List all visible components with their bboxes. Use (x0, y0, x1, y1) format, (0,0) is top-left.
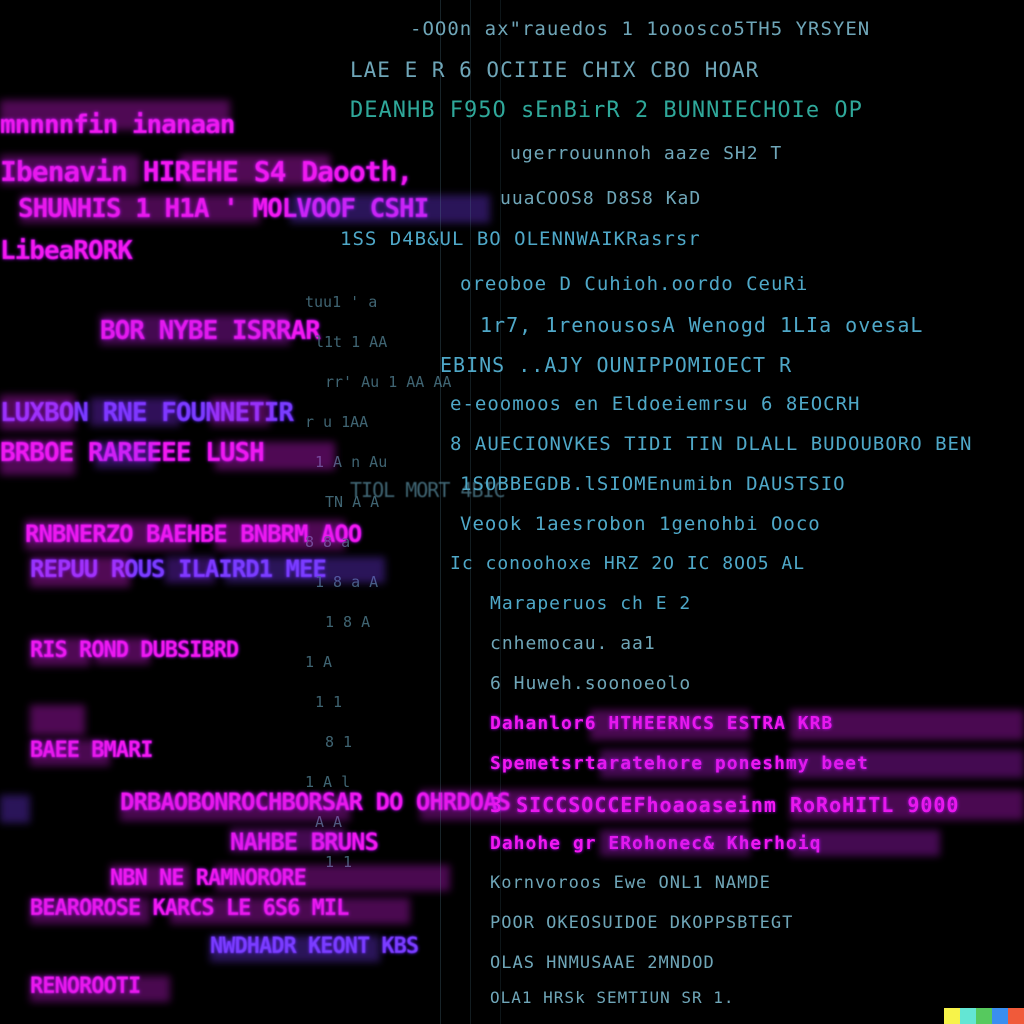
column-divider (500, 0, 501, 1024)
glitch-blob (30, 898, 150, 924)
glitch-blob (110, 865, 190, 891)
right-text-line: e-eoomoos en Eldoeiemrsu 6 8EOCRH (450, 393, 861, 415)
right-text-line: oreoboe D Cuhioh.oordo CeuRi (460, 273, 809, 295)
glitch-blob (600, 750, 750, 778)
glitch-blob (210, 936, 380, 962)
glitch-blob (290, 195, 490, 223)
glitch-blob (215, 865, 450, 891)
glitch-blob (215, 442, 335, 470)
right-text-line: cnhemocau. aa1 (490, 633, 656, 654)
glitch-blob (790, 750, 1024, 778)
glitch-blob (210, 398, 270, 426)
right-text-line: OLA1 HRSk SEMTIUN SR 1. (490, 988, 735, 1007)
glitch-blob (30, 740, 110, 766)
glitch-blob (180, 155, 330, 185)
glitch-blob (790, 830, 940, 856)
glitch-blob (90, 398, 180, 426)
glitch-blob (215, 520, 345, 550)
glitch-blob (170, 898, 410, 924)
column-divider (470, 0, 471, 1024)
glitch-blob (165, 557, 215, 583)
glitch-blob (600, 830, 750, 856)
right-text-line: ugerrouunnoh aaze SH2 T (510, 143, 783, 164)
glitch-blob (0, 440, 75, 475)
right-text-line: POOR OKEOSUIDOE DKOPPSBTEGT (490, 913, 794, 933)
right-text-line: LAE E R 6 OCIIIE CHIX CBO HOAR (350, 58, 760, 82)
glitch-blob (225, 557, 385, 583)
glitch-blob (230, 828, 345, 852)
glitch-blob (95, 442, 155, 468)
glitch-blob (0, 155, 140, 185)
right-text-line: -OO0n ax"rauedos 1 1ooosco5TH5 YRSYEN (410, 18, 871, 40)
right-text-line: Kornvoroos Ewe ONL1 NAMDE (490, 873, 771, 893)
glitch-blob (590, 710, 750, 740)
glitch-blob (25, 520, 190, 550)
color-swatch-strip (944, 1008, 1024, 1024)
glitch-blob (30, 638, 90, 666)
right-text-line: uuaCOOS8 D8S8 KaD (500, 188, 702, 209)
faint-code-line: 1 A (305, 653, 333, 671)
left-glitch-line: LibeaRORK (0, 236, 133, 266)
glitch-blob (790, 710, 1024, 740)
glitch-blob (0, 395, 75, 430)
right-text-line: Ic conoohoxe HRZ 2O IC 8OO5 AL (450, 553, 806, 574)
glitch-blob (0, 100, 230, 130)
glitch-blob (100, 315, 290, 345)
glitch-blob (30, 557, 130, 587)
glitch-blob (30, 705, 85, 735)
right-text-line: DEANHB F95O sEnBirR 2 BUNNIECHOIe OP (350, 98, 863, 123)
glitch-blob (0, 795, 30, 823)
right-text-line: 1r7, 1renousosA Wenogd 1LIa ovesaL (480, 313, 924, 337)
right-text-line: OLAS HNMUSAAE 2MNDOD (490, 953, 715, 973)
right-text-line: EBINS ..AJY OUNIPPOMIOECT R (440, 353, 793, 377)
right-text-line: Veook 1aesrobon 1genohbi Ooco (460, 513, 821, 535)
faint-code-line: 1 1 (315, 693, 343, 711)
right-text-line: 1SOBBEGDB.lSIOMEnumibn DAUSTSIO (460, 473, 846, 495)
column-divider (440, 0, 441, 1024)
right-text-line: 6 Huweh.soonoeolo (490, 673, 692, 694)
glitch-blob (30, 976, 170, 1002)
right-text-line: 1SS D4B&UL BO OLENNWAIKRasrsr (340, 228, 701, 250)
right-text-line: Maraperuos ch E 2 (490, 593, 692, 614)
glitch-blob (95, 638, 150, 664)
glitch-blob (20, 195, 260, 223)
glitch-blob (120, 795, 350, 821)
glitch-blob (790, 790, 1024, 820)
right-text-line: 8 AUECIONVKES TIDI TIN DLALL BUDOUBORO B… (450, 433, 973, 455)
